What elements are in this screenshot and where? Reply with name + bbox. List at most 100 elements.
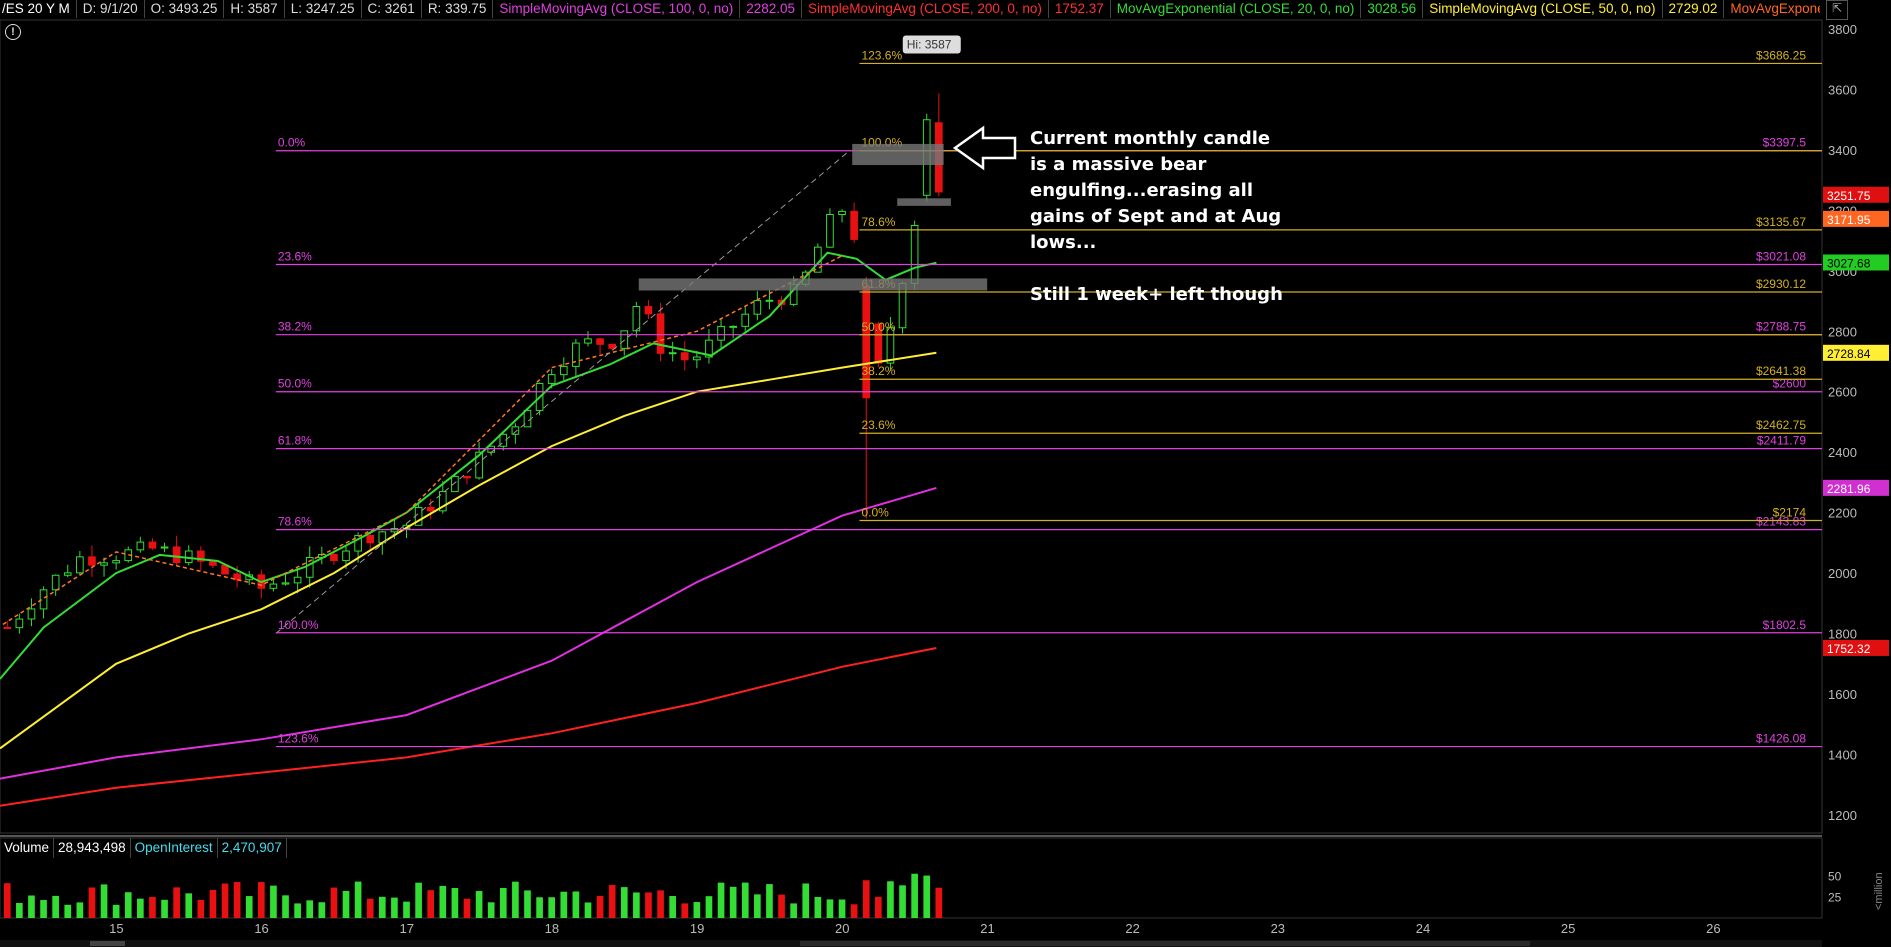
y-tick-label: 1400 [1828,747,1857,762]
volume-bar [161,899,168,918]
volume-bar [729,886,737,918]
volume-bar [415,882,422,918]
candle-body [644,306,653,315]
volume-bar [391,897,398,918]
volume-bar [923,875,931,918]
candle-body [88,556,96,566]
fib-right-price: $3686.25 [1756,48,1806,62]
volume-bar [596,895,604,918]
volume-bar [693,902,701,918]
candle-body [753,300,762,315]
volume-bar [185,893,193,918]
ema8-line [2,255,843,626]
fib-left-label: 61.8% [278,434,312,448]
candle-body [656,313,665,354]
price-chart[interactable]: 1200140016001800200022002400260028003000… [0,0,1891,947]
volume-bar [257,882,265,918]
volume-bar [76,902,84,918]
candle-body [160,546,169,549]
volume-label[interactable]: Volume [0,838,55,858]
y-tick-label: 1200 [1828,808,1857,823]
x-tick-label: 24 [1416,921,1430,936]
volume-bar [112,904,120,918]
volume-bar [306,900,314,918]
candle-body [293,576,302,584]
volume-bar [741,882,749,918]
x-tick-label: 15 [109,921,123,936]
candle-body [27,608,36,620]
volume-bar [403,901,410,918]
x-tick-label: 26 [1706,921,1720,936]
fib-right-price: $2462.75 [1756,418,1806,432]
volume-bar [705,896,713,918]
candle-body [741,313,750,327]
open-interest-label[interactable]: OpenInterest [131,838,218,858]
candle-body [596,338,604,345]
volume-bar [427,890,435,918]
volume-bar [911,873,918,918]
volume-bar [584,902,592,918]
fib-left-price: $3397.5 [1763,136,1807,150]
candle-body [826,213,834,248]
candle-body [838,210,846,215]
volume-bar [778,894,785,918]
candle-body [729,325,737,328]
candle-body [136,541,145,551]
annotation-line: engulfing...erasing all [1030,180,1254,201]
candle-body [862,285,871,399]
volume-tick-label: 50 [1828,870,1842,884]
fib-right-price: $2641.38 [1756,364,1806,378]
open-interest-value: 2,470,907 [218,838,287,858]
annotation-line: Still 1 week+ left though [1030,284,1283,305]
volume-bar [633,892,640,918]
y-tick-label: 3400 [1828,143,1857,158]
volume-bar [366,898,374,918]
y-tick-label: 2400 [1828,445,1857,460]
candle-body [269,583,278,589]
scrollbar-thumb [90,941,125,946]
candle-body [668,352,677,355]
candle-body [451,475,459,493]
volume-bar [717,882,725,918]
candle-body [765,299,774,302]
fib-right-label: 23.6% [861,418,895,432]
volume-bar [935,887,943,918]
candle-body [608,343,616,349]
fib-left-label: 50.0% [278,377,312,391]
candle-body [559,365,568,376]
volume-unit-label: <million [1873,872,1885,910]
x-tick-label: 23 [1271,921,1285,936]
candle-body [693,356,701,361]
volume-bar [766,884,773,918]
volume-bar [536,897,543,918]
candle-body [547,374,556,384]
candle-body [717,325,725,341]
candle-body [233,573,241,581]
fib-left-label: 123.6% [278,732,319,746]
y-tick-label: 1600 [1828,687,1857,702]
volume-bar [16,902,23,918]
volume-bar [657,890,664,918]
volume-bar [197,899,205,918]
volume-bar [608,885,616,918]
volume-bar [378,896,386,918]
x-tick-label: 19 [690,921,704,936]
y-tick-label: 2800 [1828,324,1857,339]
y-tick-label: 2600 [1828,385,1857,400]
candle-body [572,342,580,367]
price-badge-label: 3171.95 [1827,213,1871,227]
fib-left-label: 23.6% [278,249,312,263]
volume-bar [875,896,882,918]
fib-left-price: $1802.5 [1763,618,1807,632]
candle-body [15,618,24,629]
x-tick-label: 18 [545,921,559,936]
volume-bar [487,902,495,918]
fib-left-price: $1426.08 [1756,732,1806,746]
volume-bar [790,903,797,918]
fib-left-price: $3021.08 [1756,249,1806,263]
candle-body [850,210,858,240]
candle-body [366,535,375,544]
fib-right-price: $2930.12 [1756,277,1806,291]
price-badge-label: 1752.32 [1827,642,1871,656]
volume-bar [270,885,277,918]
